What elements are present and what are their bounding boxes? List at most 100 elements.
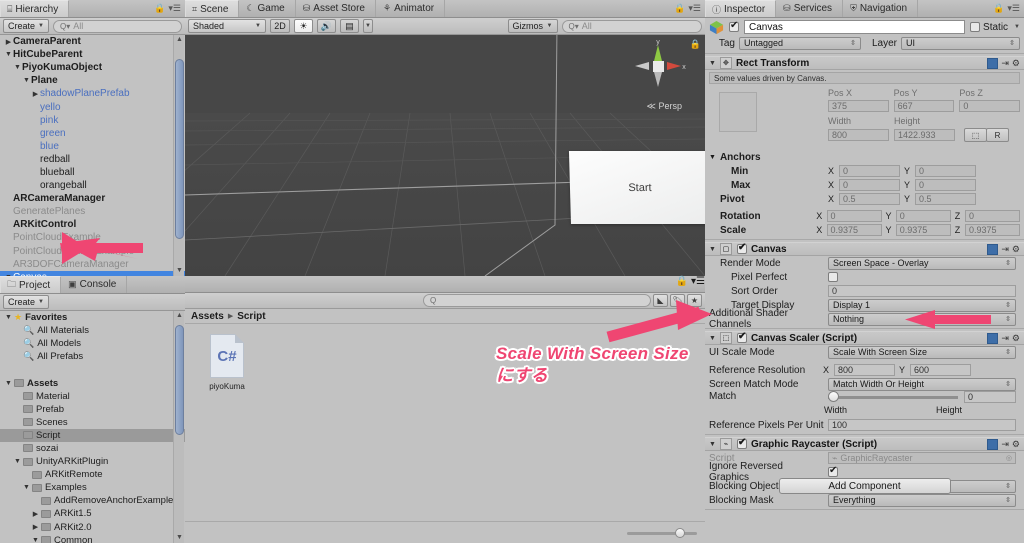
help-icon[interactable]: ⇥ [1001, 439, 1009, 450]
hierarchy-item-piyokumaobject[interactable]: ▼ PiyoKumaObject [0, 61, 185, 74]
filter-by-type-icon[interactable]: ◣ [653, 294, 668, 307]
canvas-enabled-checkbox[interactable] [736, 242, 747, 254]
create-button[interactable]: Create ▼ [3, 19, 49, 33]
project-item-assets[interactable]: ▼ Assets [0, 376, 185, 389]
hierarchy-item-arcameramanager[interactable]: ▶ARCameraManager [0, 192, 185, 205]
project-item-common[interactable]: ▼ Common [0, 534, 185, 543]
width-input[interactable]: 800 [828, 129, 889, 141]
pivot-y-input[interactable]: 0.5 [915, 193, 976, 205]
filter-by-label-icon[interactable]: 🏷 [670, 294, 685, 307]
preset-icon[interactable] [987, 438, 999, 450]
chevron-right-icon[interactable]: ▶ [4, 38, 13, 46]
project-item-examples[interactable]: ▼ Examples [0, 481, 185, 494]
scene-fx-toggle[interactable]: ▤ [340, 19, 359, 33]
shading-mode-dropdown[interactable]: Shaded ▼ [188, 19, 266, 33]
project-scrollbar[interactable]: ▲ ▼ [173, 311, 184, 543]
lock-icon[interactable]: 🔒 [154, 3, 165, 14]
project-create-button[interactable]: Create ▼ [3, 295, 49, 309]
project-item-favorites[interactable]: ▼ ★ Favorites [0, 311, 185, 324]
hierarchy-item-pointcloudexample[interactable]: ▶PointCloudExample [0, 231, 185, 244]
zoom-slider-knob[interactable] [675, 527, 685, 538]
hierarchy-item-pink[interactable]: ▶pink [0, 114, 185, 127]
hierarchy-item-plane[interactable]: ▼ Plane [0, 74, 185, 87]
hierarchy-item-blueball[interactable]: ▶blueball [0, 166, 185, 179]
preset-icon[interactable] [987, 332, 999, 344]
chevron-down-icon[interactable]: ▼ [4, 51, 13, 58]
gizmos-dropdown[interactable]: Gizmos ▼ [507, 19, 558, 33]
pos-x-input[interactable]: 375 [828, 100, 889, 112]
menu-icon[interactable]: ▾☰ [168, 3, 181, 14]
scroll-up-icon[interactable]: ▲ [174, 35, 185, 45]
reference-resolution-x-input[interactable]: 800 [834, 364, 895, 376]
foldout-icon[interactable]: ▼ [709, 441, 716, 448]
chevron-down-icon[interactable]: ▼ [1014, 24, 1020, 30]
chevron-right-icon[interactable]: ▶ [31, 510, 40, 518]
menu-icon[interactable]: ▾☰ [1007, 3, 1020, 14]
asset-lock-menu[interactable]: 🔒 ▾☰ [676, 276, 705, 293]
toggle-2d-button[interactable]: 2D [270, 19, 290, 33]
lock-icon[interactable]: 🔒 [676, 276, 688, 287]
target-display-dropdown[interactable]: Display 1 ⇳ [828, 298, 1016, 312]
script-object-field[interactable]: ⌁ GraphicRaycaster ◎ [828, 452, 1016, 464]
tab-hierarchy[interactable]: ⌸ Hierarchy [0, 0, 70, 17]
component-header-actions[interactable]: ⇥ ⚙ [987, 57, 1020, 69]
preset-icon[interactable] [987, 243, 999, 255]
chevron-down-icon[interactable]: ▼ [22, 484, 31, 491]
object-picker-icon[interactable]: ◎ [1006, 454, 1012, 462]
project-item-material[interactable]: ▶ Material [0, 390, 185, 403]
blocking-mask-dropdown[interactable]: Everything ⇳ [828, 493, 1016, 507]
lock-icon[interactable]: 🔒 [993, 3, 1004, 14]
tag-dropdown[interactable]: Untagged ⇳ [739, 36, 861, 50]
tab-scene[interactable]: ⌗ Scene [185, 0, 240, 17]
tab-services[interactable]: ⛁ Services [776, 0, 844, 17]
chevron-down-icon[interactable]: ▼ [4, 380, 13, 387]
project-item-all-models[interactable]: ▶🔍All Models [0, 337, 185, 350]
anchors-foldout[interactable]: ▼ Anchors [705, 150, 1024, 164]
static-toggle[interactable]: Static ▼ [970, 22, 1020, 33]
rotation-z-input[interactable]: 0 [965, 210, 1021, 222]
scroll-down-icon[interactable]: ▼ [174, 533, 185, 543]
scale-z-input[interactable]: 0.9375 [965, 224, 1021, 236]
add-component-button[interactable]: Add Component [778, 478, 951, 494]
raw-edit-mode-button[interactable]: R [986, 128, 1009, 142]
breadcrumb-item-assets[interactable]: Assets [191, 311, 224, 322]
hierarchy-item-yello[interactable]: ▶yello [0, 100, 185, 113]
start-button-3d-object[interactable]: Start [568, 151, 705, 224]
chevron-down-icon[interactable]: ▼ [31, 537, 40, 543]
project-item-scenes[interactable]: ▶ Scenes [0, 416, 185, 429]
hierarchy-list[interactable]: ▶ CameraParent ▼ HitCubeParent ▼ PiyoKumaObje… [0, 35, 185, 276]
component-header-actions[interactable]: ⇥ ⚙ [987, 438, 1020, 450]
object-name-input[interactable]: Canvas [744, 20, 966, 34]
hierarchy-item-arkitcontrol[interactable]: ▶ARKitControl [0, 218, 185, 231]
favorite-star-icon[interactable]: ★ [687, 294, 702, 307]
anchor-max-y-input[interactable]: 0 [915, 179, 976, 191]
anchor-min-y-input[interactable]: 0 [915, 165, 976, 177]
project-item-arkit1-5[interactable]: ▶ ARKit1.5 [0, 507, 185, 520]
gear-icon[interactable]: ⚙ [1012, 58, 1020, 69]
hierarchy-item-green[interactable]: ▶green [0, 127, 185, 140]
foldout-icon[interactable]: ▼ [709, 154, 716, 161]
scale-y-input[interactable]: 0.9375 [895, 224, 951, 236]
hierarchy-item-generateplanes[interactable]: ▶GeneratePlanes [0, 205, 185, 218]
scroll-up-icon[interactable]: ▲ [174, 311, 185, 321]
ui-scale-mode-dropdown[interactable]: Scale With Screen Size ⇳ [828, 345, 1016, 359]
scene-lock-icon[interactable]: 🔒 [690, 39, 701, 50]
chevron-down-icon[interactable]: ▼ [22, 77, 31, 84]
layer-dropdown[interactable]: UI ⇳ [901, 36, 1020, 50]
pos-y-input[interactable]: 667 [893, 100, 955, 112]
sort-order-input[interactable]: 0 [828, 285, 1016, 297]
breadcrumb-item-script[interactable]: Script [237, 311, 265, 322]
component-header-graphic-raycaster[interactable]: ▼ ⌁ Graphic Raycaster (Script) ⇥ ⚙ [705, 437, 1024, 451]
foldout-icon[interactable]: ▼ [709, 60, 716, 67]
component-header-actions[interactable]: ⇥ ⚙ [987, 332, 1020, 344]
tab-navigation[interactable]: ⛨ Navigation [843, 0, 919, 17]
asset-zoom-slider[interactable] [627, 527, 697, 539]
screen-match-mode-dropdown[interactable]: Match Width Or Height ⇳ [828, 377, 1016, 391]
tab-console[interactable]: ▣ Console [61, 276, 128, 293]
hierarchy-item-cameraparent[interactable]: ▶ CameraParent [0, 35, 185, 48]
chevron-right-icon[interactable]: ▶ [31, 523, 40, 531]
scroll-down-icon[interactable]: ▼ [174, 266, 185, 276]
ignore-reversed-checkbox[interactable] [828, 465, 838, 477]
rotation-x-input[interactable]: 0 [826, 210, 882, 222]
canvas-scaler-enabled-checkbox[interactable] [736, 331, 747, 343]
